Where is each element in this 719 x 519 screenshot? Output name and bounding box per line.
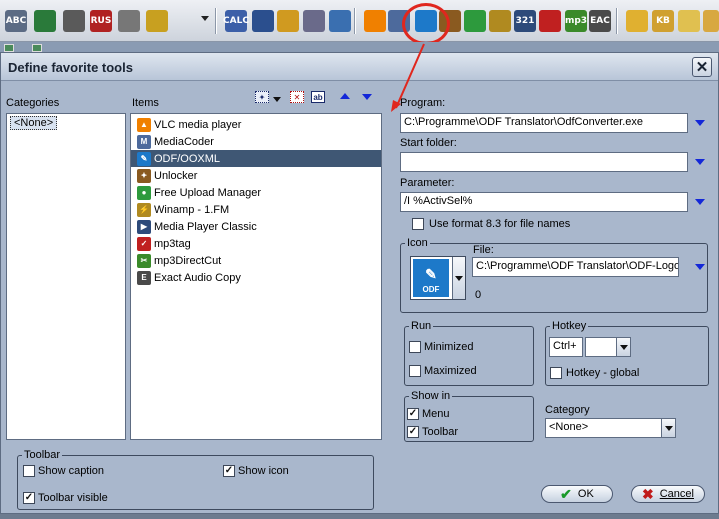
annotation-arrow: [391, 43, 425, 112]
